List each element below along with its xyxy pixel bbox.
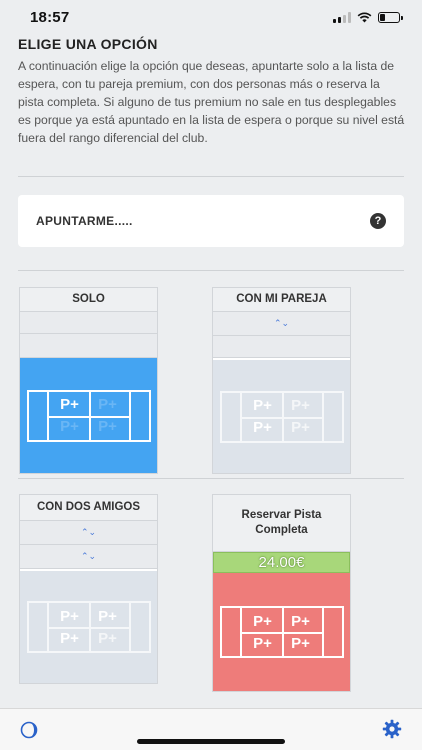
status-bar: 18:57 (0, 0, 422, 34)
home-indicator (137, 739, 285, 744)
friend-1-select[interactable]: ⌃⌄ (20, 521, 157, 545)
court-label: P+ (253, 397, 272, 414)
apuntarme-label: APUNTARME..... (36, 214, 133, 228)
court-label: P+ (98, 396, 117, 413)
divider (18, 270, 404, 271)
option-pista-completa[interactable]: Reservar Pista Completa 24.00€ P+ P+ P+ … (212, 494, 351, 692)
wifi-icon (357, 11, 372, 22)
status-icons (333, 11, 403, 23)
court-label: P+ (291, 634, 310, 652)
option-title: CON DOS AMIGOS (20, 495, 157, 521)
option-pareja[interactable]: CON MI PAREJA ⌃⌄ P+ P+ P+ P+ (212, 287, 351, 474)
option-solo[interactable]: SOLO P+ P+ P+ P+ (19, 287, 158, 474)
court-label: P+ (253, 612, 272, 630)
status-time: 18:57 (30, 8, 70, 26)
court-label: P+ (98, 607, 117, 625)
battery-icon (378, 11, 403, 23)
option-amigos[interactable]: CON DOS AMIGOS ⌃⌄ ⌃⌄ P+ P+ P+ P+ (19, 494, 158, 684)
option-title: Reservar Pista Completa (213, 495, 350, 552)
gear-icon[interactable] (382, 719, 402, 739)
chevron-up-down-icon: ⌃⌄ (80, 527, 97, 537)
court-diagram: P+ P+ P+ P+ (26, 601, 151, 653)
chevron-up-down-icon: ⌃⌄ (80, 551, 97, 561)
court-image: P+ P+ P+ P+ (213, 573, 350, 691)
court-label: P+ (253, 634, 272, 652)
court-label: P+ (291, 419, 310, 436)
court-image: P+ P+ P+ P+ (20, 358, 157, 473)
option-empty-row (213, 336, 350, 358)
divider (18, 176, 404, 177)
court-label: P+ (60, 396, 79, 413)
option-title: CON MI PAREJA (213, 288, 350, 312)
court-label: P+ (60, 629, 79, 647)
court-label: P+ (291, 612, 310, 630)
help-icon[interactable]: ? (370, 213, 386, 229)
apuntarme-card: APUNTARME..... ? (18, 195, 404, 247)
partner-select[interactable]: ⌃⌄ (213, 312, 350, 336)
court-label: P+ (253, 419, 272, 436)
option-empty-row (20, 312, 157, 334)
court-label: P+ (98, 629, 117, 647)
page-title: ELIGE UNA OPCIÓN (18, 36, 158, 52)
intro-text: A continuación elige la opción que desea… (18, 59, 405, 145)
court-diagram: P+ P+ P+ P+ (219, 606, 344, 658)
divider (18, 478, 404, 479)
court-image: P+ P+ P+ P+ (20, 569, 157, 683)
court-diagram: P+ P+ P+ P+ (26, 389, 151, 442)
court-label: P+ (60, 418, 79, 435)
court-label: P+ (291, 397, 310, 414)
court-label: P+ (60, 607, 79, 625)
friend-2-select[interactable]: ⌃⌄ (20, 545, 157, 569)
option-title: SOLO (20, 288, 157, 312)
court-label: P+ (98, 418, 117, 435)
chevron-up-down-icon: ⌃⌄ (273, 318, 290, 328)
court-image: P+ P+ P+ P+ (213, 358, 350, 473)
option-empty-row (20, 334, 157, 358)
court-diagram: P+ P+ P+ P+ (219, 390, 344, 443)
price-badge: 24.00€ (213, 552, 350, 573)
moon-icon[interactable] (20, 721, 38, 739)
signal-icon (333, 11, 351, 23)
